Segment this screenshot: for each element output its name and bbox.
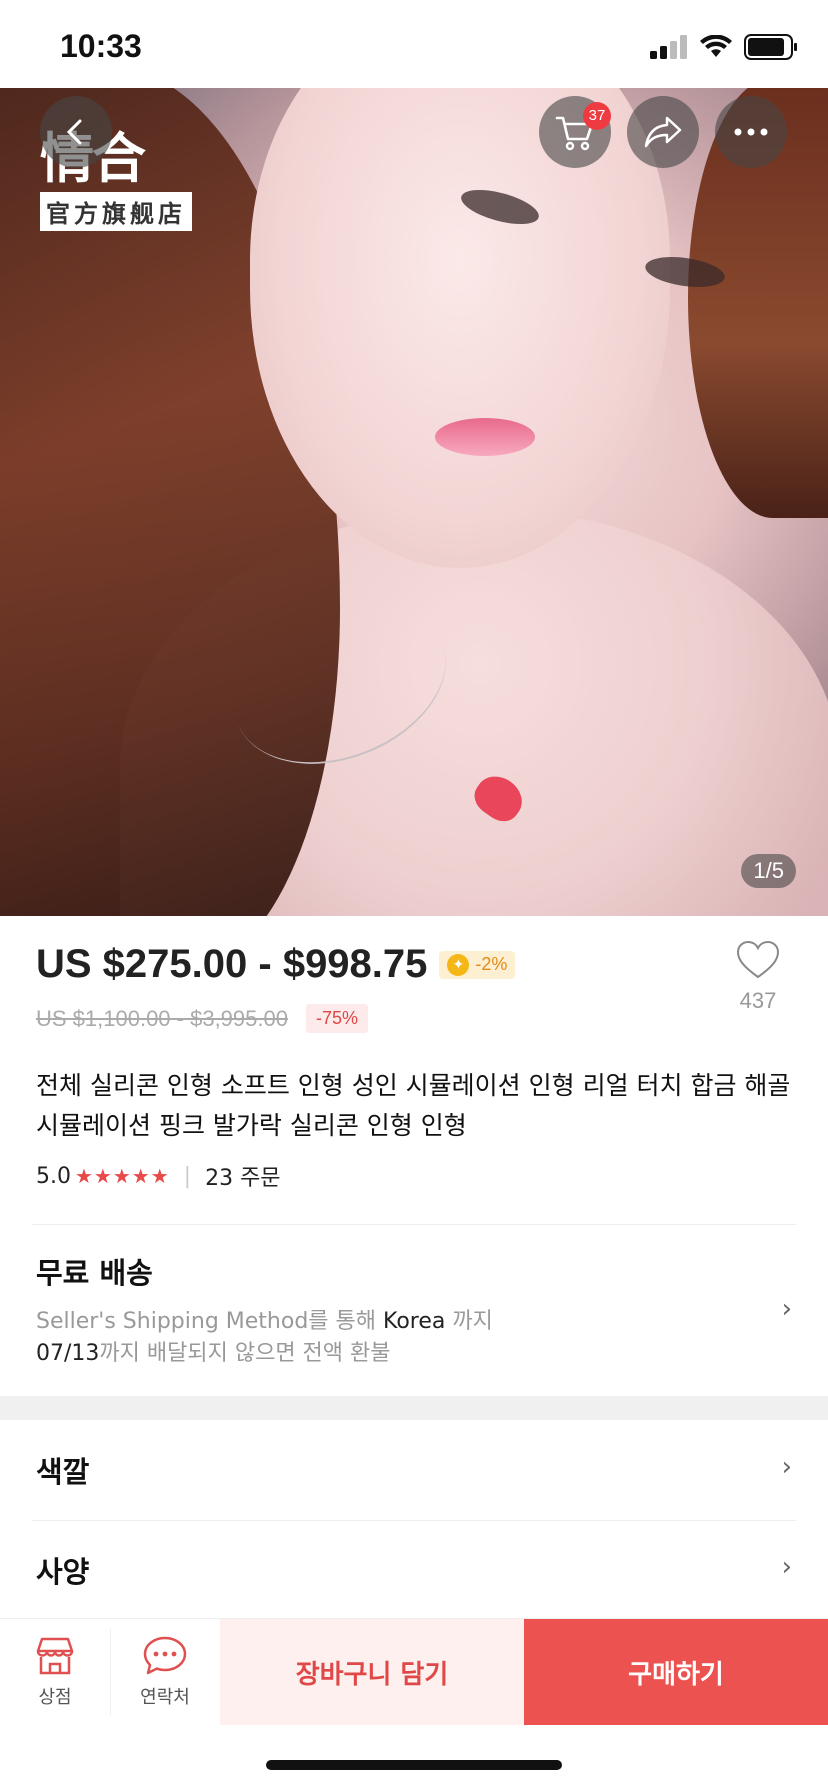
divider: [32, 1224, 796, 1225]
rating-stars: ★★★★★: [75, 1164, 170, 1188]
contact-label: 연락처: [140, 1687, 190, 1708]
coin-discount-badge: ✦ -2%: [439, 950, 516, 979]
wifi-icon: [700, 35, 732, 57]
color-option-row[interactable]: 색깔: [36, 1420, 792, 1520]
refund-date: 07/13: [36, 1341, 100, 1366]
chevron-left-icon: [66, 119, 82, 145]
chat-icon: [143, 1636, 187, 1675]
wishlist-button[interactable]: 437: [728, 940, 788, 1014]
back-button[interactable]: [40, 96, 112, 168]
spec-option-row[interactable]: 사양: [36, 1520, 792, 1620]
coin-icon: ✦: [447, 953, 470, 976]
shipping-destination: Korea: [383, 1309, 446, 1334]
add-to-cart-button[interactable]: 장바구니 담기: [220, 1619, 524, 1725]
original-price-row: US $1,100.00 - $3,995.00 -75%: [36, 1004, 368, 1033]
status-bar: 10:33: [0, 0, 828, 88]
coin-discount: -2%: [475, 954, 508, 974]
original-price: US $1,100.00 - $3,995.00: [36, 1005, 288, 1031]
store-icon: [36, 1637, 74, 1675]
contact-button[interactable]: 연락처: [110, 1619, 220, 1725]
chevron-right-icon: ›: [781, 1452, 792, 1482]
image-lips: [435, 418, 535, 456]
price: US $275.00 - $998.75: [36, 942, 428, 986]
price-row: US $275.00 - $998.75 ✦ -2%: [36, 942, 516, 987]
chevron-right-icon: ›: [781, 1552, 792, 1582]
share-button[interactable]: [627, 96, 699, 168]
product-title: 전체 실리콘 인형 소프트 인형 성인 시뮬레이션 인형 리얼 터치 합금 해골…: [36, 1071, 791, 1140]
rating-separator: |: [183, 1163, 192, 1189]
heart-icon: [736, 940, 780, 979]
spec-option-label: 사양: [36, 1555, 90, 1589]
logo-subtitle: 官方旗舰店: [40, 192, 192, 231]
wishlist-count: 437: [739, 988, 777, 1013]
shipping-method: Seller's Shipping Method를 통해: [36, 1309, 383, 1334]
shipping-title: 무료 배송: [36, 1256, 153, 1290]
home-indicator: [266, 1760, 562, 1770]
shipping-section[interactable]: 무료 배송 Seller's Shipping Method를 통해 Korea…: [36, 1250, 796, 1370]
more-icon: [734, 128, 768, 136]
battery-icon: [744, 34, 797, 60]
signal-icon: [650, 35, 687, 59]
rating-value: 5.0: [36, 1163, 71, 1189]
chevron-right-icon: ›: [781, 1294, 792, 1324]
cart-count-badge: 37: [583, 102, 611, 130]
shipping-details: Seller's Shipping Method를 통해 Korea 까지 07…: [36, 1306, 796, 1370]
section-gap: [0, 1396, 828, 1420]
rating-row[interactable]: 5.0 ★★★★★ | 23 주문: [36, 1160, 281, 1192]
store-label: 상점: [38, 1687, 72, 1708]
cart-button[interactable]: 37: [539, 96, 611, 168]
image-counter: 1/5: [741, 854, 796, 888]
bottom-action-bar: 상점 연락처 장바구니 담기 구매하기: [0, 1618, 828, 1725]
shipping-until: 까지: [445, 1309, 493, 1334]
status-time: 10:33: [60, 28, 142, 64]
product-image[interactable]: 情合 官方旗舰店 37 1/5: [0, 88, 828, 916]
status-icons: [650, 34, 798, 60]
color-option-label: 색깔: [36, 1455, 90, 1489]
refund-text: 까지 배달되지 않으면 전액 환불: [99, 1341, 391, 1366]
discount-badge: -75%: [305, 1004, 368, 1033]
buy-now-button[interactable]: 구매하기: [524, 1619, 828, 1725]
share-icon: [644, 116, 682, 148]
store-button[interactable]: 상점: [0, 1619, 110, 1725]
more-button[interactable]: [715, 96, 787, 168]
order-count: 23 주문: [205, 1166, 281, 1191]
